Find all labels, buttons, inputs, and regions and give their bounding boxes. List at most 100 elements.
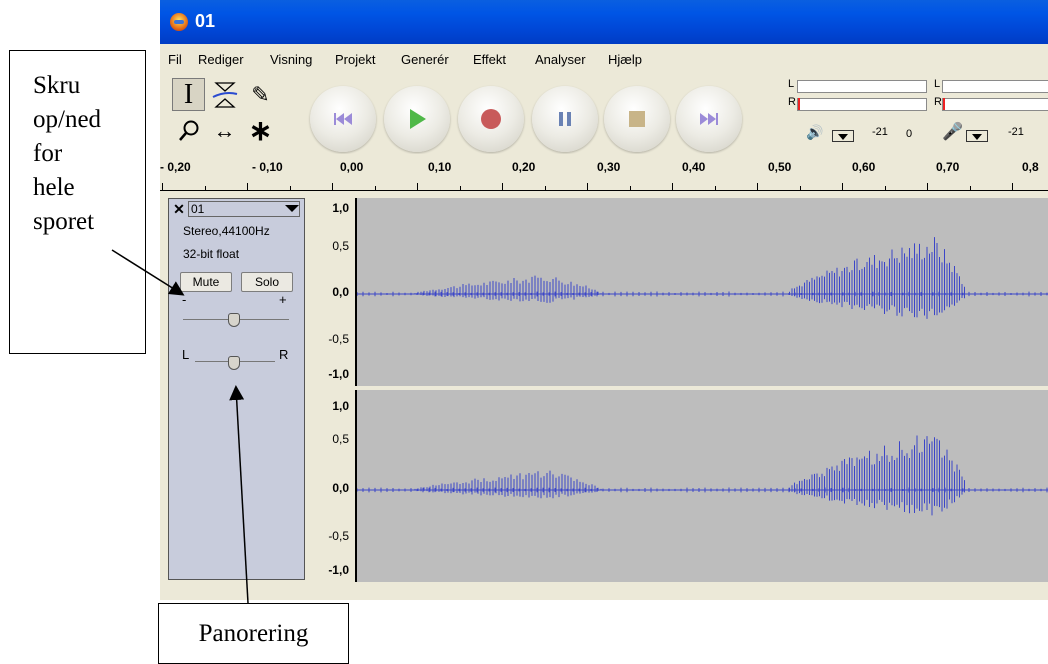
title-bar[interactable]: 01	[160, 0, 1048, 44]
chevron-down-icon	[972, 134, 982, 140]
playback-meter-menu-button[interactable]	[832, 130, 854, 142]
gain-minus-label: -	[182, 292, 187, 307]
meter-bar-right	[797, 98, 927, 111]
ruler-tick	[629, 186, 631, 190]
play-icon	[410, 109, 426, 129]
timeshift-tool-button[interactable]: ↔	[208, 114, 241, 147]
annotation-line: Skru	[33, 72, 81, 99]
ruler-tick-label: 0,40	[682, 160, 706, 174]
track-name-menu[interactable]: 01	[188, 201, 300, 217]
zoom-tool-button[interactable]	[172, 114, 205, 147]
pan-slider-thumb[interactable]	[228, 356, 240, 370]
ruler-tick-label: 0,70	[936, 160, 960, 174]
waveform-graphic	[357, 237, 1048, 319]
record-channel-right: R	[934, 96, 942, 108]
track-format: Stereo,44100Hz	[183, 224, 270, 238]
ruler-tick-label: 0,8	[1022, 160, 1039, 174]
skip-to-end-button[interactable]	[676, 86, 742, 152]
record-bar-left	[942, 80, 1048, 93]
stop-button[interactable]	[604, 86, 670, 152]
stop-icon	[629, 111, 645, 127]
record-bar-right	[942, 98, 1048, 111]
multi-tool-button[interactable]: ∗	[244, 114, 277, 147]
ruler-tick	[842, 183, 843, 190]
pencil-icon: ✎	[251, 81, 270, 107]
menu-help[interactable]: Hjælp	[608, 52, 642, 67]
gain-slider-thumb[interactable]	[228, 313, 240, 327]
pause-button[interactable]	[532, 86, 598, 152]
annotation-line: hele	[33, 174, 75, 201]
scale-label: 1,0	[332, 201, 349, 215]
record-button[interactable]	[458, 86, 524, 152]
scale-label: 0,5	[332, 239, 349, 253]
waveform-right-channel[interactable]	[357, 390, 1048, 582]
ruler-tick	[204, 186, 206, 190]
annotation-line: op/ned	[33, 106, 102, 133]
menu-file[interactable]: Fil	[168, 52, 182, 67]
ruler-tick-label: 0,10	[428, 160, 452, 174]
audacity-window: 01 Fil Rediger Visning Projekt Generér E…	[160, 0, 1048, 600]
ruler-tick-label: 0,60	[852, 160, 876, 174]
asterisk-icon: ∗	[248, 115, 273, 146]
scale-label: -1,0	[328, 563, 349, 577]
ruler-tick-label: 0,00	[340, 160, 364, 174]
amplitude-scale-top: 1,0 0,5 0,0 -0,5 -1,0	[305, 198, 357, 386]
ruler-tick	[544, 186, 546, 190]
record-channel-left: L	[934, 78, 941, 90]
ruler-tick	[1012, 183, 1013, 190]
solo-button[interactable]: Solo	[241, 272, 293, 292]
annotation-volume-note: Skru op/ned for hele sporet	[9, 50, 146, 354]
chevron-down-icon	[838, 134, 848, 140]
scale-label: 0,5	[332, 432, 349, 446]
magnifier-icon	[178, 120, 198, 141]
gain-plus-label: +	[279, 292, 287, 307]
menu-effect[interactable]: Effekt	[473, 52, 506, 67]
menu-edit[interactable]: Rediger	[198, 52, 244, 67]
draw-tool-button[interactable]: ✎	[244, 78, 277, 111]
pan-left-label: L	[182, 347, 190, 362]
track-control-panel: ✕ 01 Stereo,44100Hz 32-bit float Mute So…	[168, 198, 305, 580]
meter-channel-right: R	[788, 96, 796, 108]
audacity-app-icon	[170, 13, 188, 31]
ruler-tick	[289, 186, 291, 190]
scale-label: -0,5	[328, 332, 349, 346]
ruler-tick-label: - 0,20	[160, 160, 191, 174]
chevron-down-icon[interactable]	[285, 205, 299, 212]
ruler-tick-label: 0,50	[768, 160, 792, 174]
playback-scale-zero: 0	[906, 128, 913, 140]
scale-label: 1,0	[332, 399, 349, 413]
timeline-ruler[interactable]: - 0,20 - 0,10 0,00 0,10 0,20 0,30 0,40 0…	[160, 154, 1048, 191]
track-name: 01	[191, 202, 205, 216]
ruler-tick	[714, 186, 716, 190]
selection-tool-button[interactable]: I	[172, 78, 205, 111]
record-meter-menu-button[interactable]	[966, 130, 988, 142]
i-beam-icon: I	[183, 78, 194, 110]
skip-to-start-button[interactable]	[310, 86, 376, 152]
annotation-line: sporet	[33, 208, 95, 235]
tools-toolbar: I ✎ ↔ ∗	[172, 78, 290, 150]
scale-label: 0,0	[332, 285, 349, 299]
ruler-tick	[587, 183, 588, 190]
menu-project[interactable]: Projekt	[335, 52, 375, 67]
record-clip-marker	[943, 98, 945, 110]
envelope-icon	[212, 81, 237, 108]
ruler-tick-label: - 0,10	[252, 160, 283, 174]
ruler-tick	[247, 183, 248, 190]
meter-channel-left: L	[788, 78, 795, 90]
ruler-tick	[884, 186, 886, 190]
record-icon	[481, 109, 501, 129]
playback-scale-low: -21	[872, 126, 888, 138]
envelope-tool-button[interactable]	[208, 78, 241, 111]
play-button[interactable]	[384, 86, 450, 152]
track-bit-depth: 32-bit float	[183, 247, 240, 261]
ruler-tick	[332, 183, 333, 190]
menu-generate[interactable]: Generér	[401, 52, 449, 67]
scale-label: -1,0	[328, 367, 349, 381]
ruler-tick	[162, 183, 163, 190]
waveform-left-channel[interactable]	[357, 198, 1048, 386]
close-track-icon[interactable]: ✕	[172, 202, 186, 216]
menu-analyze[interactable]: Analyser	[535, 52, 586, 67]
menu-view[interactable]: Visning	[270, 52, 312, 67]
mute-button[interactable]: Mute	[180, 272, 232, 292]
double-arrow-icon: ↔	[213, 117, 236, 143]
